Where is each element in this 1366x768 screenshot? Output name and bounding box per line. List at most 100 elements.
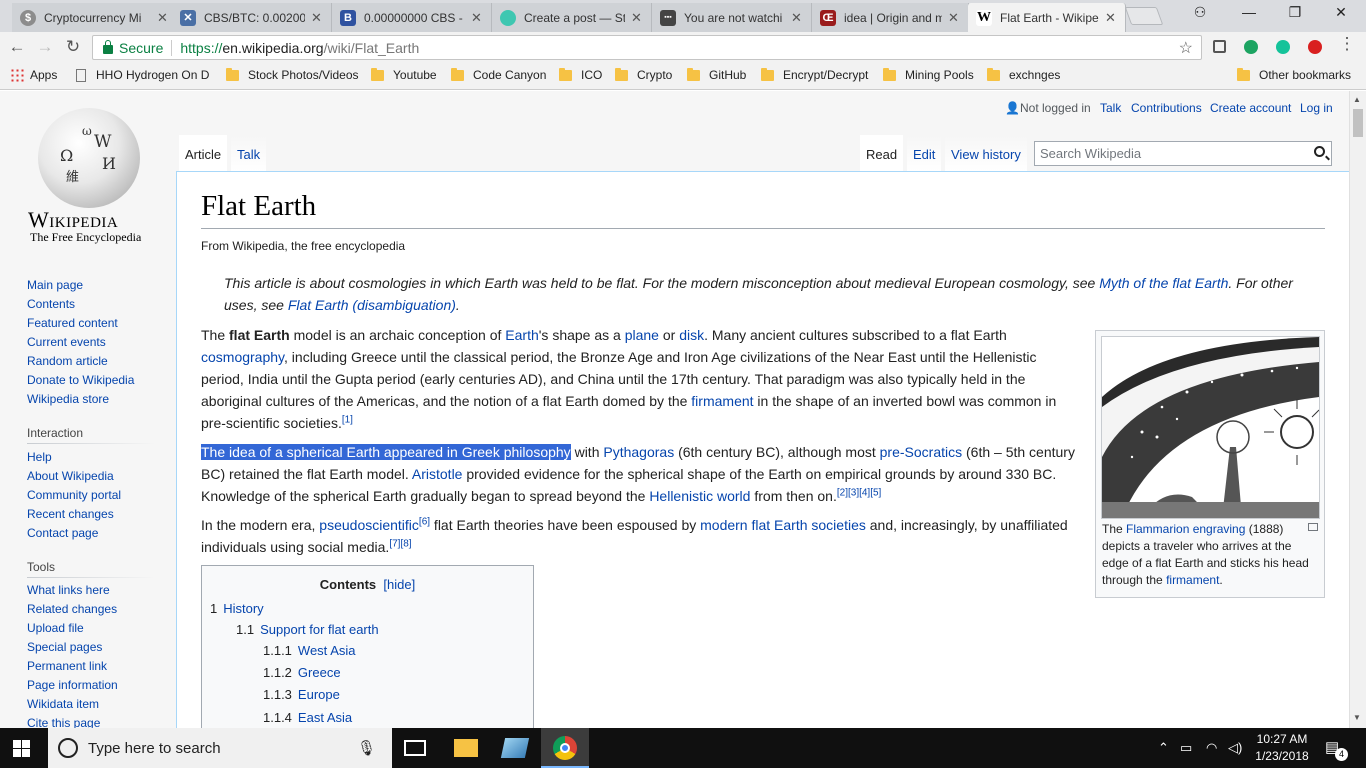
sidebar-link-help[interactable]: Help: [27, 450, 52, 464]
toc-item[interactable]: 1 History: [210, 601, 264, 616]
page-scrollbar[interactable]: ▲ ▼: [1349, 91, 1366, 728]
bookmark-folder[interactable]: Encrypt/Decrypt: [761, 67, 868, 82]
close-tab-icon[interactable]: ✕: [311, 10, 323, 26]
volume-icon[interactable]: ◁): [1228, 740, 1242, 756]
file-explorer-icon[interactable]: [454, 739, 478, 757]
myth-link[interactable]: Myth of the flat Earth: [1099, 275, 1228, 291]
bookmark-folder[interactable]: Stock Photos/Videos: [226, 67, 359, 82]
minimize-button[interactable]: —: [1237, 4, 1261, 24]
reference-link[interactable]: [6]: [419, 516, 430, 527]
scroll-down-arrow-icon[interactable]: ▼: [1353, 713, 1361, 722]
bookmark-folder[interactable]: ICO: [559, 67, 602, 82]
browser-tab[interactable]: Œ idea | Origin and m ✕: [812, 3, 969, 32]
green-extension-icon[interactable]: [1244, 40, 1258, 54]
bookmark-folder[interactable]: Mining Pools: [883, 67, 974, 82]
browser-tab[interactable]: ▪▪▪ You are not watchi ✕: [652, 3, 812, 32]
firmament-link[interactable]: firmament: [1166, 573, 1219, 587]
plane-link[interactable]: plane: [625, 327, 659, 343]
bookmark-star-icon[interactable]: ☆: [1179, 38, 1193, 58]
close-tab-icon[interactable]: ✕: [791, 10, 803, 26]
bookmark-folder[interactable]: Code Canyon: [451, 67, 546, 82]
browser-tab[interactable]: $ Cryptocurrency Mi ✕: [12, 3, 178, 32]
microphone-icon[interactable]: 🎙: [357, 739, 376, 757]
forward-button[interactable]: →: [34, 37, 56, 57]
selected-text[interactable]: The idea of a spherical Earth appeared i…: [201, 444, 571, 460]
adblock-icon[interactable]: [1308, 40, 1322, 54]
log-in-link[interactable]: Log in: [1300, 101, 1333, 115]
chrome-taskbar-button[interactable]: [541, 728, 589, 768]
flat-earth-societies-link[interactable]: modern flat Earth societies: [700, 517, 866, 533]
browser-tab[interactable]: B 0.00000000 CBS - ✕: [332, 3, 492, 32]
firmament-link[interactable]: firmament: [691, 393, 753, 409]
back-button[interactable]: ←: [6, 37, 28, 57]
personal-talk-link[interactable]: Talk: [1100, 101, 1121, 115]
bookmark-item[interactable]: HHO Hydrogen On D: [76, 68, 209, 82]
tab-read[interactable]: Read: [860, 135, 904, 171]
reference-link[interactable]: [7][8]: [389, 538, 411, 549]
browser-tab[interactable]: ✕ CBS/BTC: 0.002000 ✕: [172, 3, 332, 32]
tab-edit[interactable]: Edit: [907, 135, 942, 171]
create-account-link[interactable]: Create account: [1210, 101, 1291, 115]
windows-start-icon[interactable]: [13, 740, 30, 757]
cosmography-link[interactable]: cosmography: [201, 349, 284, 365]
sidebar-link-recent-changes[interactable]: Recent changes: [27, 507, 114, 521]
sidebar-link-main-page[interactable]: Main page: [27, 278, 83, 292]
bookmark-folder[interactable]: Crypto: [615, 67, 672, 82]
incognito-profile-icon[interactable]: ⚇: [1188, 4, 1212, 24]
address-bar[interactable]: Secure https://en.wikipedia.org/wiki/Fla…: [92, 35, 1202, 60]
toc-item[interactable]: 1.1.2 Greece: [263, 665, 341, 680]
sidebar-link-community-portal[interactable]: Community portal: [27, 488, 121, 502]
contributions-link[interactable]: Contributions: [1131, 101, 1202, 115]
sidebar-link-wikidata-item[interactable]: Wikidata item: [27, 697, 99, 711]
bookmark-folder[interactable]: Youtube: [371, 67, 437, 82]
close-tab-icon[interactable]: ✕: [471, 10, 483, 26]
sidebar-link-contact-page[interactable]: Contact page: [27, 526, 98, 540]
reference-link[interactable]: [1]: [342, 414, 353, 425]
pre-socratics-link[interactable]: pre-Socratics: [880, 444, 962, 460]
disk-link[interactable]: disk: [679, 327, 704, 343]
close-tab-icon[interactable]: ✕: [948, 10, 960, 26]
sidebar-link-about[interactable]: About Wikipedia: [27, 469, 114, 483]
tab-view-history[interactable]: View history: [945, 135, 1027, 171]
toc-item[interactable]: 1.1.3 Europe: [263, 687, 340, 702]
system-clock[interactable]: 10:27 AM 1/23/2018: [1249, 731, 1315, 765]
earth-link[interactable]: Earth: [505, 327, 538, 343]
disambiguation-link[interactable]: Flat Earth (disambiguation): [288, 297, 456, 313]
pseudoscientific-link[interactable]: pseudoscientific: [319, 517, 419, 533]
menu-icon[interactable]: ⋮: [1336, 34, 1358, 54]
scroll-up-arrow-icon[interactable]: ▲: [1353, 95, 1361, 104]
battery-icon[interactable]: ▭: [1180, 740, 1192, 756]
wikipedia-globe-logo[interactable]: W Ω И 維 ω: [38, 108, 140, 208]
sidebar-link-current-events[interactable]: Current events: [27, 335, 106, 349]
bookmark-folder[interactable]: GitHub: [687, 67, 746, 82]
sidebar-link-contents[interactable]: Contents: [27, 297, 75, 311]
hellenistic-world-link[interactable]: Hellenistic world: [649, 488, 750, 504]
sidebar-link-page-information[interactable]: Page information: [27, 678, 118, 692]
show-hidden-icons[interactable]: ⌃: [1158, 740, 1169, 756]
reference-link[interactable]: [2][3][4][5]: [837, 487, 881, 498]
sidebar-link-what-links-here[interactable]: What links here: [27, 583, 110, 597]
sidebar-link-permanent-link[interactable]: Permanent link: [27, 659, 107, 673]
sidebar-link-store[interactable]: Wikipedia store: [27, 392, 109, 406]
pythagoras-link[interactable]: Pythagoras: [603, 444, 674, 460]
sidebar-link-special-pages[interactable]: Special pages: [27, 640, 102, 654]
tab-talk[interactable]: Talk: [231, 135, 267, 171]
sidebar-link-random-article[interactable]: Random article: [27, 354, 108, 368]
bookmark-folder[interactable]: exchnges: [987, 67, 1060, 82]
browser-tab[interactable]: Create a post — St ✕: [492, 3, 652, 32]
other-bookmarks[interactable]: Other bookmarks: [1237, 67, 1351, 82]
sidebar-link-featured-content[interactable]: Featured content: [27, 316, 118, 330]
flammarion-engraving-link[interactable]: Flammarion engraving: [1126, 522, 1245, 536]
close-window-button[interactable]: ✕: [1329, 4, 1353, 24]
taskbar-search-box[interactable]: Type here to search 🎙: [48, 728, 392, 768]
close-tab-icon[interactable]: ✕: [631, 10, 643, 26]
aristotle-link[interactable]: Aristotle: [412, 466, 463, 482]
flammarion-engraving-image[interactable]: [1101, 336, 1320, 519]
tab-article[interactable]: Article: [179, 135, 227, 171]
enlarge-icon[interactable]: [1308, 523, 1318, 531]
browser-tab-active[interactable]: W Flat Earth - Wikipe ✕: [968, 3, 1126, 32]
grammarly-icon[interactable]: [1276, 40, 1290, 54]
bookmark-apps[interactable]: Apps: [10, 68, 57, 82]
qr-code-extension-icon[interactable]: [1213, 40, 1226, 53]
notepad-app-icon[interactable]: [500, 738, 530, 758]
